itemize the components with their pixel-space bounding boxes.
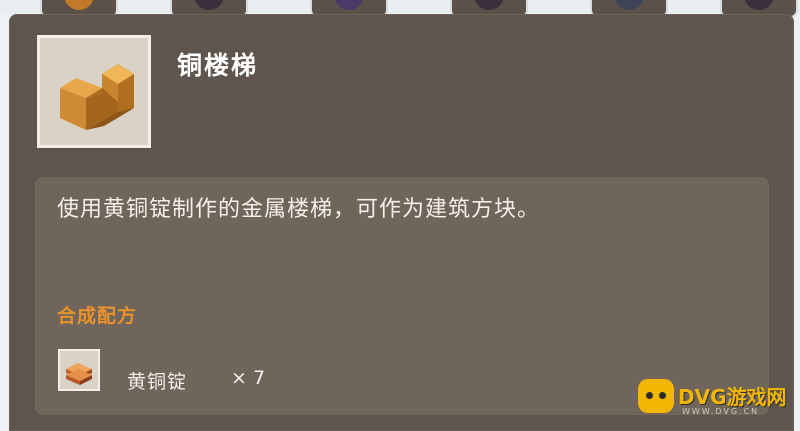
inventory-strip <box>0 0 800 18</box>
item-icon-frame <box>37 35 151 148</box>
item-description: 使用黄铜锭制作的金属楼梯，可作为建筑方块。 <box>57 197 541 222</box>
ingredient-name: 黄铜锭 <box>127 371 188 393</box>
ingredient-icon-frame[interactable] <box>58 349 100 391</box>
watermark-text: DVG游戏网 <box>678 385 787 409</box>
gamepad-logo-icon <box>638 379 674 413</box>
item-tooltip-panel: 铜楼梯 使用黄铜锭制作的金属楼梯，可作为建筑方块。 合成配方 黄铜锭 × 7 <box>9 14 794 431</box>
brass-ingot-icon <box>66 363 92 385</box>
item-title: 铜楼梯 <box>177 51 259 80</box>
copper-stairs-icon <box>60 64 134 130</box>
watermark-subtext: WWW.DVG.CN <box>682 407 760 416</box>
site-watermark: DVG游戏网 WWW.DVG.CN <box>638 371 790 425</box>
recipe-title: 合成配方 <box>57 305 138 327</box>
ingredient-count: × 7 <box>231 367 266 389</box>
